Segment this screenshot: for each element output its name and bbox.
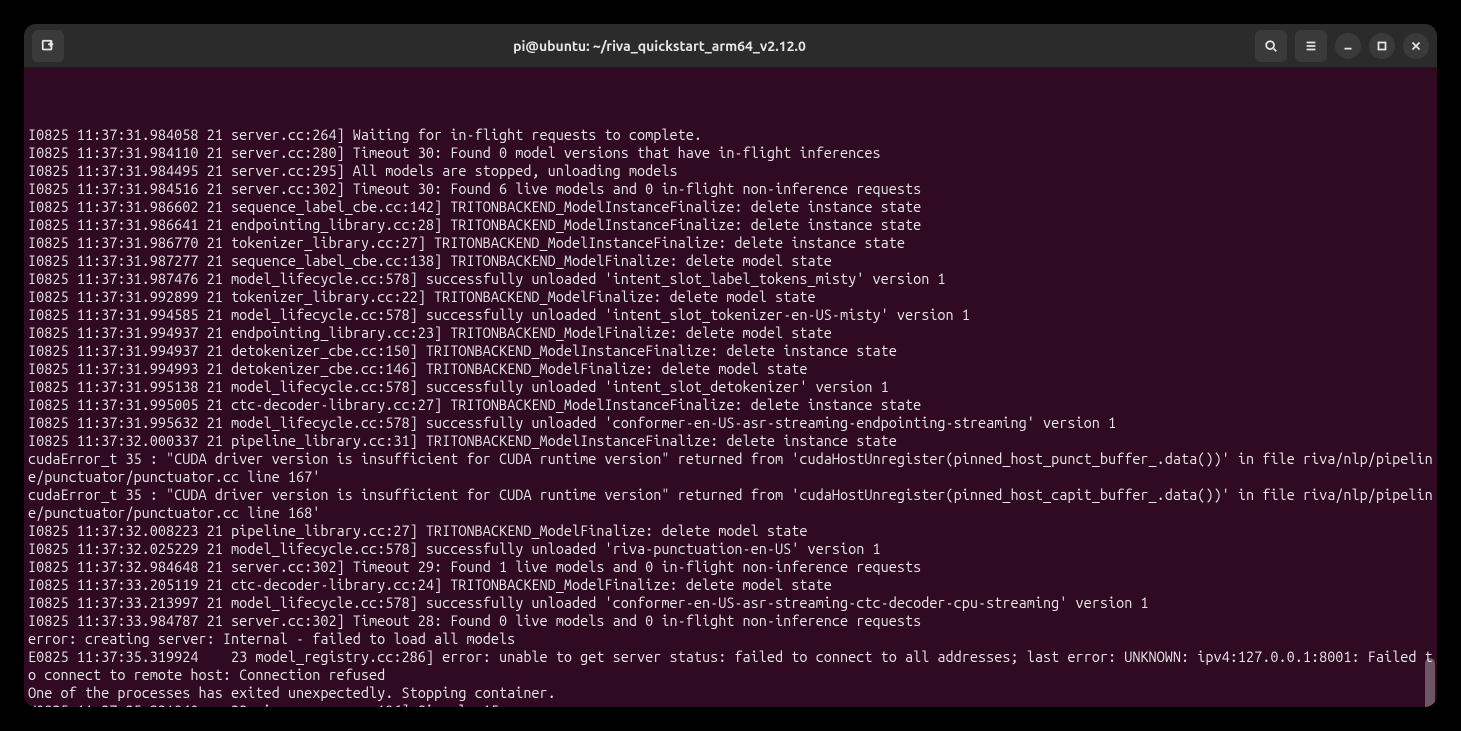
- search-button[interactable]: [1255, 30, 1287, 62]
- scrollbar-thumb[interactable]: [1425, 658, 1435, 707]
- titlebar: pi@ubuntu: ~/riva_quickstart_arm64_v2.12…: [24, 24, 1437, 68]
- maximize-button[interactable]: [1369, 33, 1395, 59]
- window-title: pi@ubuntu: ~/riva_quickstart_arm64_v2.12…: [64, 38, 1255, 54]
- minimize-button[interactable]: [1335, 33, 1361, 59]
- terminal-viewport[interactable]: I0825 11:37:31.984058 21 server.cc:264] …: [24, 68, 1437, 707]
- new-tab-button[interactable]: [32, 30, 64, 62]
- terminal-output: I0825 11:37:31.984058 21 server.cc:264] …: [28, 108, 1433, 707]
- close-button[interactable]: [1403, 33, 1429, 59]
- menu-button[interactable]: [1295, 30, 1327, 62]
- terminal-window: pi@ubuntu: ~/riva_quickstart_arm64_v2.12…: [24, 24, 1437, 707]
